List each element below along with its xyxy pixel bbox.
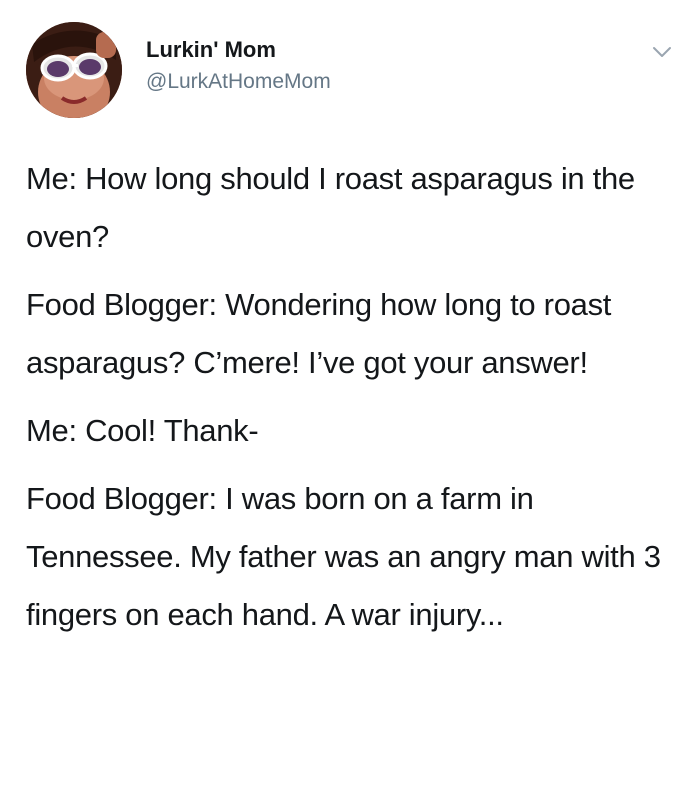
author-info: Lurkin' Mom @LurkAtHomeMom xyxy=(146,36,331,96)
avatar[interactable] xyxy=(26,22,122,118)
user-handle[interactable]: @LurkAtHomeMom xyxy=(146,68,331,96)
chevron-down-icon[interactable] xyxy=(650,40,674,64)
display-name[interactable]: Lurkin' Mom xyxy=(146,36,331,64)
tweet-text: Me: How long should I roast asparagus in… xyxy=(26,150,676,654)
tweet-paragraph-2: Food Blogger: Wondering how long to roas… xyxy=(26,287,612,380)
tweet-paragraph-1: Me: How long should I roast asparagus in… xyxy=(26,161,635,254)
tweet-paragraph-4: Food Blogger: I was born on a farm in Te… xyxy=(26,481,661,632)
tweet-paragraph-3: Me: Cool! Thank- xyxy=(26,413,259,448)
avatar-image xyxy=(26,22,122,118)
tweet-card: Lurkin' Mom @LurkAtHomeMom Me: How long … xyxy=(0,0,700,811)
tweet-header: Lurkin' Mom @LurkAtHomeMom xyxy=(26,22,676,118)
